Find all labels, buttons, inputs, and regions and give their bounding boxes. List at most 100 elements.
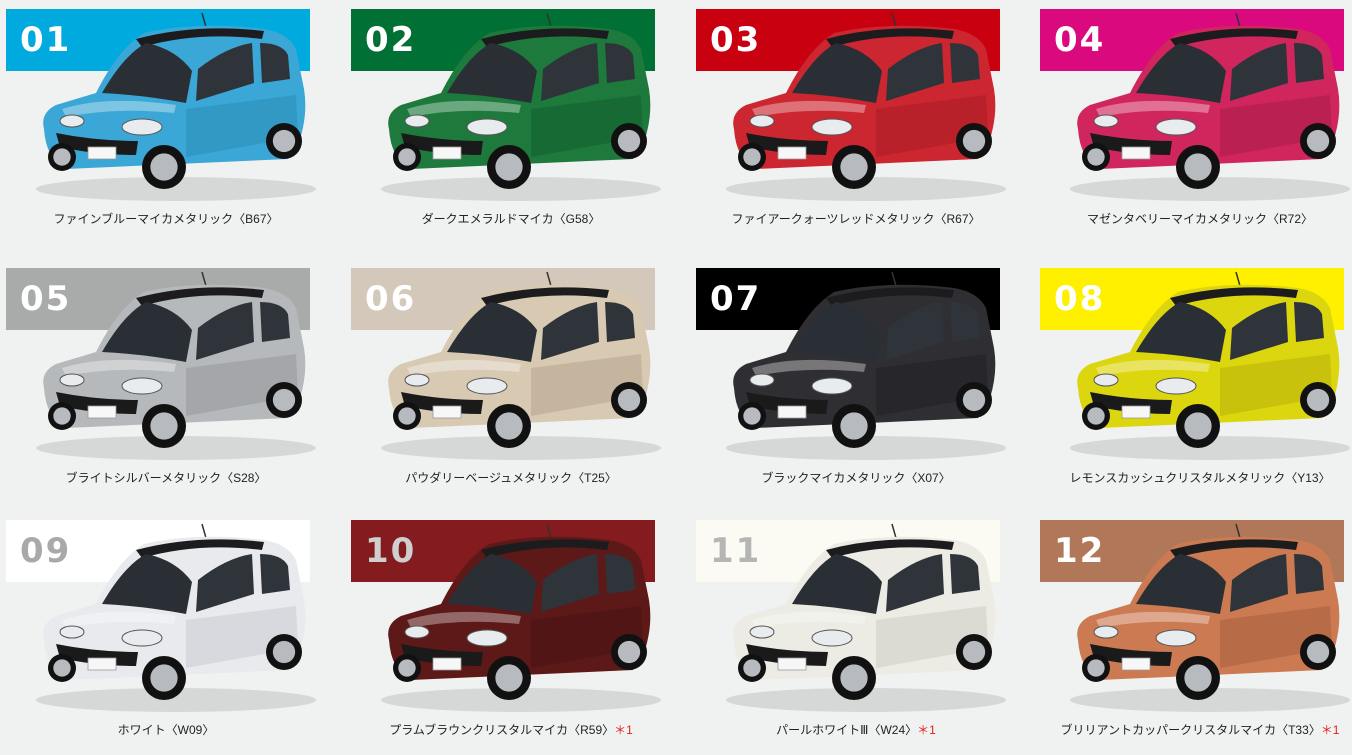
car-image: [36, 271, 316, 460]
car-wheel-rim: [1306, 640, 1330, 664]
color-card[interactable]: 09 ホワイト〈W09〉: [6, 520, 326, 755]
car-wheel-rim: [398, 407, 416, 425]
car-antenna: [546, 12, 552, 28]
car-antenna: [201, 523, 207, 539]
color-card[interactable]: 07 ブラックマイカメタリック〈X07〉: [696, 268, 1016, 503]
color-name: パールホワイトⅢ〈W24〉: [776, 723, 918, 737]
car-antenna: [546, 523, 552, 539]
color-caption: パールホワイトⅢ〈W24〉＊1: [696, 721, 1016, 738]
car-antenna: [891, 12, 897, 28]
color-grid: 01 ファインブルーマイカメタリック〈B67〉 02 ダークエメラルドマイカ〈G…: [0, 0, 1352, 743]
car-headlight-left: [404, 373, 430, 387]
car-headlight-right: [121, 629, 163, 647]
color-card[interactable]: 12 ブリリアントカッパークリスタルマイカ〈T33〉＊1: [1040, 520, 1352, 755]
color-name: パウダリーベージュメタリック〈T25〉: [405, 471, 617, 485]
car-headlight-left: [749, 114, 775, 128]
car-image: [1070, 271, 1350, 460]
color-name: ファインブルーマイカメタリック〈B67〉: [53, 212, 279, 226]
car-plate: [87, 146, 117, 160]
color-card[interactable]: 01 ファインブルーマイカメタリック〈B67〉: [6, 9, 326, 244]
car-wheel-rim: [743, 659, 761, 677]
color-name: プラムブラウンクリスタルマイカ〈R59〉: [389, 723, 615, 737]
car-wheel-rim: [272, 388, 296, 412]
car-wheel-rim: [1184, 153, 1212, 181]
note-mark: ＊1: [917, 723, 936, 737]
car-headlight-left: [404, 625, 430, 639]
car-plate: [1121, 657, 1151, 671]
car-plate: [87, 405, 117, 419]
color-card[interactable]: 04 マゼンタベリーマイカメタリック〈R72〉: [1040, 9, 1352, 244]
car-headlight-right: [811, 118, 853, 136]
car-image: [726, 271, 1006, 460]
color-name: ブラックマイカメタリック〈X07〉: [761, 471, 951, 485]
car-headlight-right: [466, 377, 508, 395]
car-headlight-left: [59, 373, 85, 387]
car-wheel-rim: [840, 664, 868, 692]
car-wheel-rim: [743, 407, 761, 425]
car-headlight-left: [404, 114, 430, 128]
color-card[interactable]: 08 レモンスカッシュクリスタルメタリック〈Y13〉: [1040, 268, 1352, 503]
color-card[interactable]: 06 パウダリーベージュメタリック〈T25〉: [351, 268, 671, 503]
car-plate: [777, 657, 807, 671]
car-wheel-rim: [398, 659, 416, 677]
color-caption: ブライトシルバーメタリック〈S28〉: [6, 469, 326, 486]
car-wheel-rim: [53, 148, 71, 166]
car-antenna: [891, 271, 897, 287]
color-card[interactable]: 05 ブライトシルバーメタリック〈S28〉: [6, 268, 326, 503]
car-wheel-rim: [743, 148, 761, 166]
color-name: マゼンタベリーマイカメタリック〈R72〉: [1086, 212, 1313, 226]
car-wheel-rim: [617, 388, 641, 412]
car-wheel-rim: [1306, 129, 1330, 153]
color-name: ファイアークォーツレッドメタリック〈R67〉: [731, 212, 981, 226]
car-plate: [1121, 146, 1151, 160]
color-card[interactable]: 10 プラムブラウンクリスタルマイカ〈R59〉＊1: [351, 520, 671, 755]
color-card[interactable]: 03 ファイアークォーツレッドメタリック〈R67〉: [696, 9, 1016, 244]
car-headlight-right: [1155, 377, 1197, 395]
color-card[interactable]: 02 ダークエメラルドマイカ〈G58〉: [351, 9, 671, 244]
car-image: [726, 523, 1006, 712]
car-image: [1070, 12, 1350, 201]
color-name: ダークエメラルドマイカ〈G58〉: [421, 212, 601, 226]
color-name: ホワイト〈W09〉: [117, 723, 215, 737]
car-image: [726, 12, 1006, 201]
car-wheel-rim: [495, 412, 523, 440]
car-wheel-rim: [962, 388, 986, 412]
car-wheel-rim: [1306, 388, 1330, 412]
color-caption: ダークエメラルドマイカ〈G58〉: [351, 210, 671, 227]
note-mark: ＊1: [614, 723, 633, 737]
car-antenna: [1235, 12, 1241, 28]
car-wheel-rim: [53, 407, 71, 425]
car-image: [381, 12, 661, 201]
color-name: ブリリアントカッパークリスタルマイカ〈T33〉: [1060, 723, 1321, 737]
car-antenna: [1235, 271, 1241, 287]
note-mark: ＊1: [1320, 723, 1340, 737]
car-headlight-right: [121, 118, 163, 136]
car-headlight-right: [1155, 629, 1197, 647]
car-wheel-rim: [398, 148, 416, 166]
car-wheel-rim: [495, 153, 523, 181]
car-image: [1070, 523, 1350, 712]
car-image: [36, 12, 316, 201]
car-antenna: [201, 12, 207, 28]
color-name: ブライトシルバーメタリック〈S28〉: [65, 471, 267, 485]
car-headlight-left: [1093, 114, 1119, 128]
color-caption: レモンスカッシュクリスタルメタリック〈Y13〉: [1040, 469, 1352, 486]
car-image: [381, 523, 661, 712]
color-name: レモンスカッシュクリスタルメタリック〈Y13〉: [1069, 471, 1331, 485]
car-headlight-right: [121, 377, 163, 395]
color-card[interactable]: 11 パールホワイトⅢ〈W24〉＊1: [696, 520, 1016, 755]
car-wheel-rim: [1087, 148, 1105, 166]
car-plate: [1121, 405, 1151, 419]
car-wheel-rim: [617, 640, 641, 664]
car-wheel-rim: [1087, 407, 1105, 425]
car-wheel-rim: [272, 129, 296, 153]
car-wheel-rim: [150, 412, 178, 440]
car-image: [381, 271, 661, 460]
car-wheel-rim: [1184, 664, 1212, 692]
car-headlight-right: [466, 118, 508, 136]
car-plate: [777, 146, 807, 160]
car-headlight-left: [749, 373, 775, 387]
car-headlight-right: [1155, 118, 1197, 136]
car-antenna: [891, 523, 897, 539]
car-wheel-rim: [150, 664, 178, 692]
